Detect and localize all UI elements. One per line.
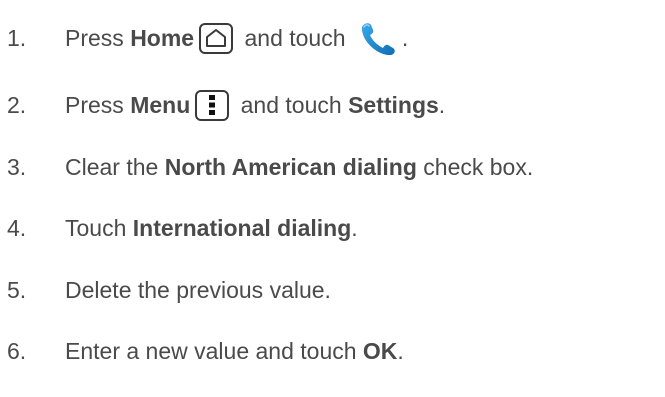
menu-key-icon <box>195 89 230 121</box>
step-5: 5. Delete the previous value. <box>7 270 331 310</box>
step-number: 6. <box>7 337 27 364</box>
step-text: Press Home and touch . <box>65 21 408 55</box>
step-bold-term: Menu <box>130 91 191 118</box>
step-text-part: . <box>351 214 358 241</box>
step-number: 3. <box>7 153 27 180</box>
step-text-part: . <box>401 24 409 51</box>
step-text: Enter a new value and touch OK . <box>65 338 404 365</box>
step-text-part: Press <box>65 91 131 118</box>
step-text-part: Enter a new value and touch <box>65 337 363 364</box>
step-bold-term: North American dialing <box>164 153 417 180</box>
step-1: 1. Press Home and touch . <box>7 18 408 58</box>
step-3: 3. Clear the North American dialing chec… <box>7 147 533 187</box>
step-text-part: Press <box>65 24 131 51</box>
step-text: Touch International dialing . <box>65 215 358 242</box>
step-bold-term: International dialing <box>132 214 352 241</box>
step-text-part: and touch <box>234 91 349 118</box>
step-text-part: Delete the previous value. <box>65 276 331 303</box>
step-4: 4. Touch International dialing . <box>7 208 358 248</box>
step-text-part: and touch <box>238 24 352 51</box>
instruction-steps: 1. Press Home and touch . 2. Press Menu … <box>0 0 665 397</box>
step-text-part: check box. <box>416 153 534 180</box>
step-text-part: Touch <box>65 214 133 241</box>
phone-icon <box>358 21 400 55</box>
step-number: 5. <box>7 276 27 303</box>
step-bold-term: Home <box>130 24 195 51</box>
step-text: Clear the North American dialing check b… <box>65 154 533 181</box>
home-key-icon <box>199 22 234 54</box>
step-6: 6. Enter a new value and touch OK . <box>7 331 404 371</box>
step-number: 1. <box>7 24 27 51</box>
step-number: 2. <box>7 91 27 118</box>
step-2: 2. Press Menu and touch Settings . <box>7 85 445 125</box>
step-text-part: . <box>438 91 446 118</box>
step-text-part: . <box>397 337 404 364</box>
step-bold-term: OK <box>362 337 398 364</box>
step-text: Press Menu and touch Settings . <box>65 89 446 121</box>
step-text: Delete the previous value. <box>65 277 331 304</box>
step-number: 4. <box>7 214 27 241</box>
step-bold-term: Settings <box>348 91 439 118</box>
step-text-part: Clear the <box>65 153 165 180</box>
